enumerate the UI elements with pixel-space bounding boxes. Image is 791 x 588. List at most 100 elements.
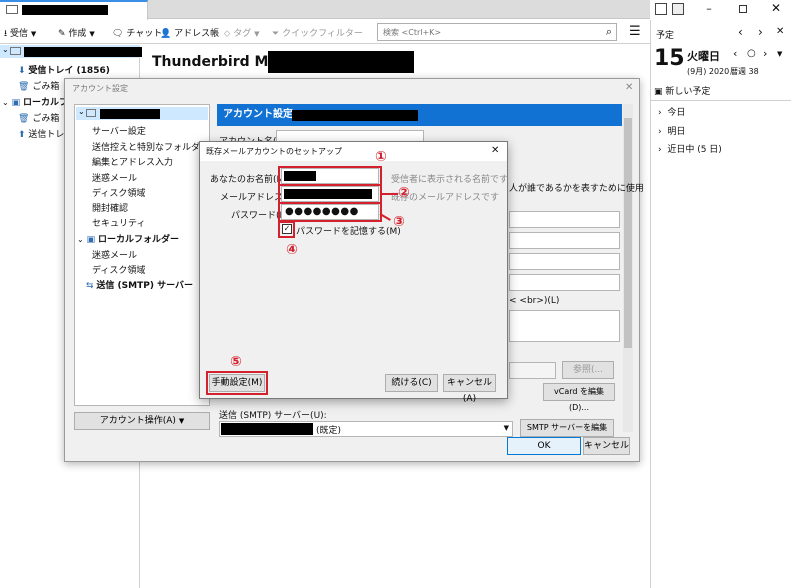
signature-file-field[interactable] xyxy=(509,362,556,379)
settings-scrollbar[interactable] xyxy=(623,104,633,432)
calendar-pane-title: 予定 xyxy=(656,31,675,41)
account-settings-close-icon[interactable]: ✕ xyxy=(625,82,633,93)
filter-icon: ⏷ xyxy=(272,29,280,39)
chevron-down-icon: ▼ xyxy=(89,30,95,38)
hamburger-menu-icon[interactable]: ☰ xyxy=(629,24,641,39)
quick-filter-button[interactable]: ⏷ クイックフィルター xyxy=(272,26,363,39)
identity-field-3[interactable] xyxy=(509,253,620,270)
day-next-icon[interactable]: › xyxy=(763,47,767,60)
chevron-down-icon: ▼ xyxy=(178,417,185,425)
smtp-edit-button[interactable]: SMTP サーバーを編集(P)... xyxy=(520,419,614,448)
tree-junk[interactable]: 迷惑メール xyxy=(92,171,137,184)
setup-title: 既存メールアカウントのセットアップ xyxy=(206,147,342,156)
tab-title-redacted xyxy=(22,5,108,15)
mail-icon xyxy=(6,5,18,14)
continue-button[interactable]: 続ける(C) xyxy=(385,374,438,392)
computer-icon: ▣ xyxy=(86,235,96,245)
tree-account-row[interactable]: ⌄ xyxy=(76,107,208,120)
main-title-redacted xyxy=(268,51,414,73)
receive-button[interactable]: ⭳ 受信 ▼ xyxy=(4,26,36,42)
tree-disk-space[interactable]: ディスク領域 xyxy=(92,186,145,199)
chevron-down-icon: ⌄ xyxy=(78,107,85,116)
trash-icon: 🗑 xyxy=(18,82,30,92)
chevron-down-icon: ▼ xyxy=(503,424,509,432)
mail-tab[interactable] xyxy=(0,0,148,20)
tree-server-settings[interactable]: サーバー設定 xyxy=(92,124,146,137)
identity-field-2[interactable] xyxy=(509,232,620,249)
day-today-icon[interactable]: ○ xyxy=(747,48,756,59)
tag-icon: ⬦ xyxy=(224,29,231,39)
folder-trash[interactable]: 🗑 ごみ箱 xyxy=(18,79,59,92)
tree-receipts[interactable]: 開封確認 xyxy=(92,201,128,214)
account-row[interactable]: ⌄ xyxy=(0,45,142,58)
identity-field-1[interactable] xyxy=(509,211,620,228)
calendar-sub-date: (9月) 2020 xyxy=(687,67,730,76)
setup-close-icon[interactable]: ✕ xyxy=(491,145,499,156)
agenda-tomorrow[interactable]: › 明日 xyxy=(658,124,685,137)
tag-button[interactable]: ⬦ タグ ▼ xyxy=(224,26,259,39)
calendar-icon[interactable] xyxy=(672,3,684,15)
annotation-1: ① xyxy=(375,149,387,165)
smtp-icon: ⇆ xyxy=(86,281,94,291)
smtp-server-redacted xyxy=(221,423,313,435)
annotation-line-email xyxy=(382,193,398,195)
close-window-button[interactable]: ✕ xyxy=(769,1,783,15)
search-input[interactable] xyxy=(381,25,596,39)
smtp-select[interactable]: (既定) ▼ xyxy=(219,421,513,437)
calendar-week: 暦週 38 xyxy=(730,67,759,76)
minimize-button[interactable]: – xyxy=(702,2,716,16)
tree-local-junk[interactable]: 迷惑メール xyxy=(92,248,137,261)
chevron-down-icon: ▼ xyxy=(30,30,37,38)
address-book-button[interactable]: 👤 アドレス帳 xyxy=(160,26,219,39)
compose-button[interactable]: ✎ 作成 ▼ xyxy=(58,26,95,39)
signature-textarea[interactable] xyxy=(509,310,620,342)
agenda-today[interactable]: › 今日 xyxy=(658,105,685,118)
calendar-next-icon[interactable]: › xyxy=(758,25,763,39)
search-box[interactable]: ⌕ xyxy=(377,23,617,41)
tree-local-folders[interactable]: ⌄ ▣ ローカルフォルダー xyxy=(77,232,179,245)
chevron-down-icon: ⌄ xyxy=(2,98,9,107)
chat-button[interactable]: 🗨 チャット xyxy=(112,26,162,39)
day-prev-icon[interactable]: ‹ xyxy=(733,47,737,60)
name-hint: 受信者に表示される名前です xyxy=(391,175,509,185)
mail-account-icon xyxy=(10,47,21,55)
folder-local-trash[interactable]: 🗑 ごみ箱 xyxy=(18,111,59,124)
annotation-box-name xyxy=(278,166,382,186)
agenda-upcoming[interactable]: › 近日中 (5 日) xyxy=(658,142,722,155)
calendar-weekday: 火曜日 xyxy=(687,50,720,63)
calendar-close-icon[interactable]: ✕ xyxy=(776,26,784,37)
folder-inbox[interactable]: ⬇ 受信トレイ (1856) xyxy=(18,63,110,76)
tree-local-disk[interactable]: ディスク領域 xyxy=(92,263,145,276)
ok-button[interactable]: OK xyxy=(507,437,581,455)
new-event-button[interactable]: ▣ 新しい予定 xyxy=(654,84,710,97)
account-actions-button[interactable]: アカウント操作(A) ▼ xyxy=(74,412,210,430)
identity-description: 人が誰であるかを表すために使用 xyxy=(509,184,644,194)
account-settings-title: アカウント設定 xyxy=(72,84,128,93)
account-name-redacted xyxy=(24,47,142,57)
maximize-button[interactable] xyxy=(736,2,750,16)
chevron-down-icon: ⌄ xyxy=(77,235,84,244)
chevron-right-icon: › xyxy=(658,127,662,137)
search-icon[interactable]: ⌕ xyxy=(606,25,612,39)
annotation-box-password xyxy=(278,202,382,222)
tree-smtp[interactable]: ⇆ 送信 (SMTP) サーバー xyxy=(86,278,193,291)
computer-icon: ▣ xyxy=(11,98,21,108)
setup-cancel-button[interactable]: キャンセル(A) xyxy=(443,374,496,404)
signature-html-label: < <br>)(L) xyxy=(509,296,560,306)
calendar-prev-icon[interactable]: ‹ xyxy=(738,25,743,39)
tree-security[interactable]: セキュリティ xyxy=(92,216,145,229)
vcard-edit-button[interactable]: vCard を編集(D)... xyxy=(543,383,615,412)
browse-button[interactable]: 参照(... xyxy=(562,361,614,379)
account-settings-cancel-button[interactable]: キャンセル xyxy=(583,437,630,455)
calendar-menu-icon[interactable]: ▼ xyxy=(777,50,782,58)
settings-scroll-thumb[interactable] xyxy=(624,118,632,348)
tree-composition[interactable]: 編集とアドレス入力 xyxy=(92,155,173,168)
new-event-icon: ▣ xyxy=(654,87,663,97)
tree-copies-folders[interactable]: 送信控えと特別なフォルダー xyxy=(92,140,209,153)
download-icon: ⭳ xyxy=(4,29,8,39)
tasks-icon[interactable] xyxy=(655,3,667,15)
tree-account-redacted xyxy=(100,109,160,119)
pencil-icon: ✎ xyxy=(58,29,66,39)
identity-field-4[interactable] xyxy=(509,274,620,291)
remember-password-label[interactable]: パスワードを記憶する(M) xyxy=(296,224,401,237)
